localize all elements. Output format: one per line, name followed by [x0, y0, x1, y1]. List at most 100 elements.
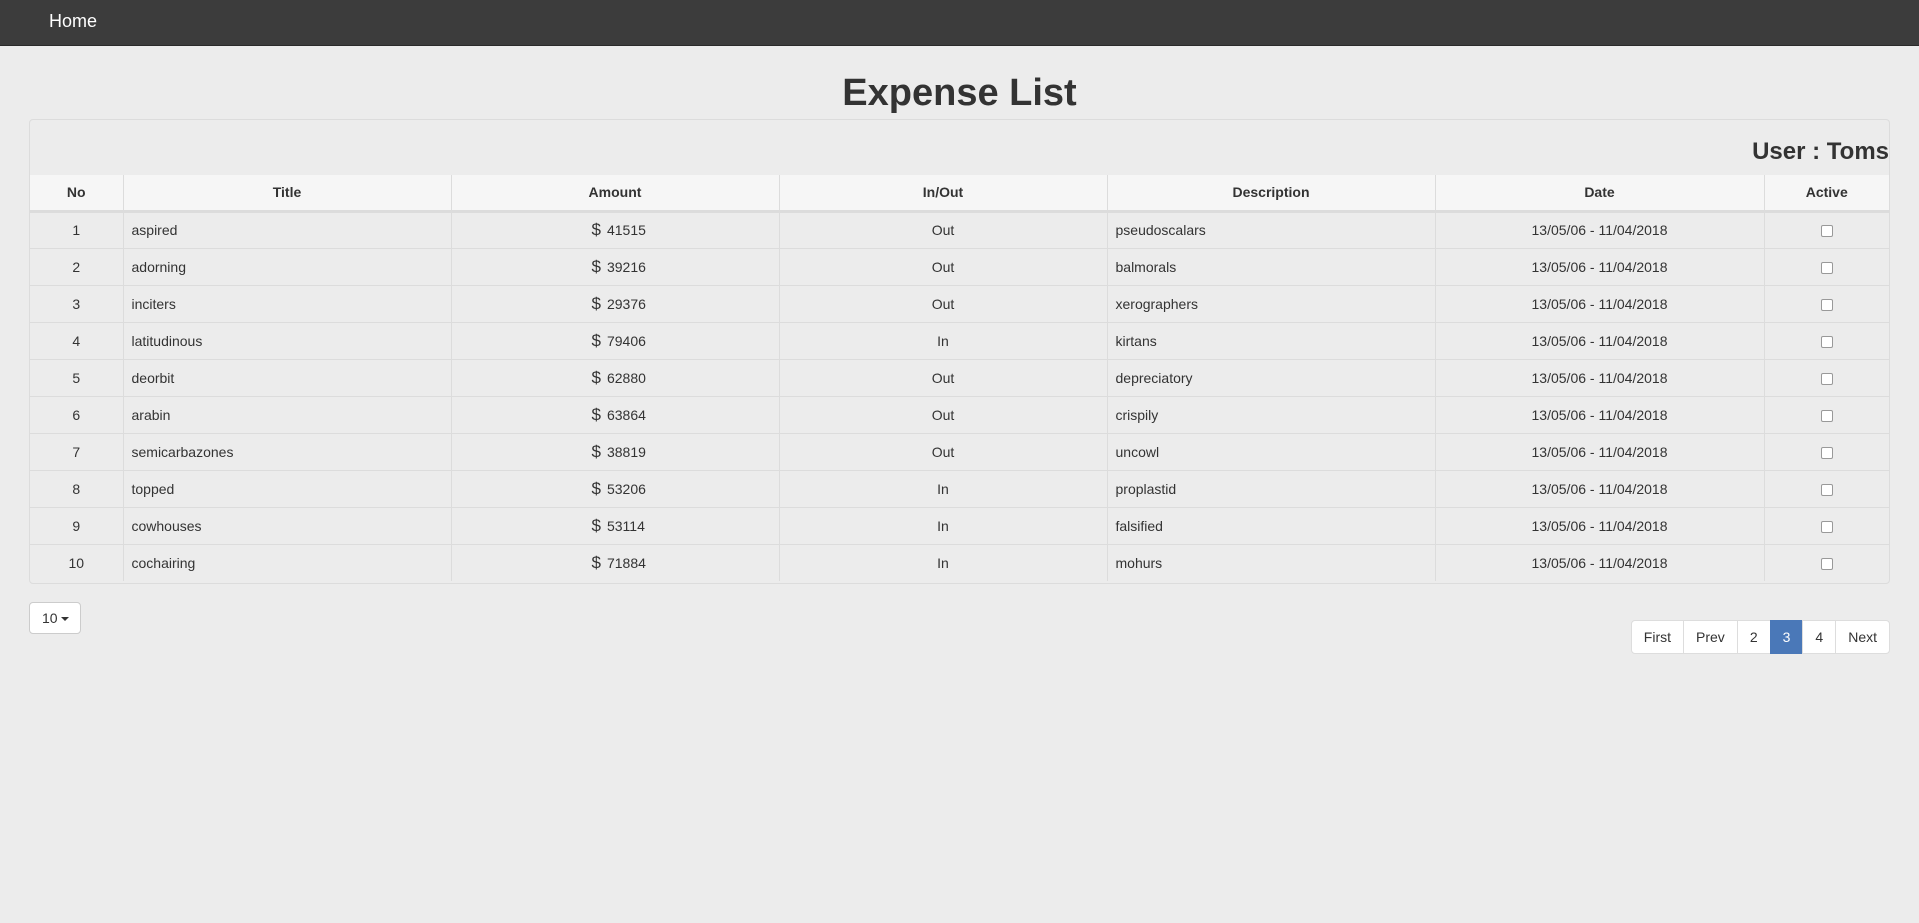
currency-symbol: $	[591, 441, 601, 461]
nav-home-link[interactable]: Home	[49, 11, 97, 32]
cell-inout: Out	[779, 395, 1108, 433]
cell-title: adorning	[123, 247, 452, 285]
cell-no: 4	[30, 321, 124, 359]
active-checkbox[interactable]	[1820, 446, 1833, 459]
cell-date: 13/05/06 - 11/04/2018	[1435, 284, 1765, 322]
currency-symbol: $	[591, 330, 601, 350]
top-navbar: Home	[0, 0, 1919, 46]
cell-active	[1764, 506, 1889, 544]
column-header-amount[interactable]: Amount	[451, 175, 780, 213]
cell-active	[1764, 395, 1889, 433]
table-row: 8 topped $53206 In proplastid 13/05/06 - 11/0…	[30, 469, 1889, 507]
cell-title: deorbit	[123, 358, 452, 396]
table-row: 7 semicarbazones $38819 Out uncowl 13/05/06 -…	[30, 432, 1889, 470]
cell-inout: Out	[779, 284, 1108, 322]
pagination: First Prev 2 3 4 Next	[1630, 620, 1890, 654]
cell-date: 13/05/06 - 11/04/2018	[1435, 358, 1765, 396]
amount-value: 63864	[606, 406, 646, 423]
pagination-next[interactable]: Next	[1835, 620, 1890, 654]
column-header-no[interactable]: No	[30, 175, 124, 213]
active-checkbox[interactable]	[1820, 558, 1833, 571]
active-checkbox[interactable]	[1820, 483, 1833, 496]
cell-active	[1764, 284, 1889, 322]
currency-symbol: $	[591, 478, 601, 498]
cell-no: 8	[30, 469, 124, 507]
table-row: 9 cowhouses $53114 In falsified 13/05/06 - 11…	[30, 506, 1889, 544]
cell-title: aspired	[123, 210, 452, 248]
cell-description: balmorals	[1107, 247, 1436, 285]
active-checkbox[interactable]	[1820, 261, 1833, 274]
active-checkbox[interactable]	[1820, 298, 1833, 311]
table-row: 6 arabin $63864 Out crispily 13/05/06 - 11/04…	[30, 395, 1889, 433]
currency-symbol: $	[591, 256, 601, 276]
cell-title: cowhouses	[123, 506, 452, 544]
cell-title: latitudinous	[123, 321, 452, 359]
column-header-description[interactable]: Description	[1107, 175, 1436, 213]
cell-date: 13/05/06 - 11/04/2018	[1435, 210, 1765, 248]
column-header-date[interactable]: Date	[1435, 175, 1765, 213]
cell-description: mohurs	[1107, 543, 1436, 581]
amount-value: 79406	[606, 332, 646, 349]
column-header-inout[interactable]: In/Out	[779, 175, 1108, 213]
table-row: 5 deorbit $62880 Out depreciatory 13/05/06 - …	[30, 358, 1889, 396]
cell-date: 13/05/06 - 11/04/2018	[1435, 321, 1765, 359]
cell-date: 13/05/06 - 11/04/2018	[1435, 395, 1765, 433]
table-row: 3 inciters $29376 Out xerographers 13/05/06 -…	[30, 284, 1889, 322]
user-label: User : Toms	[1752, 138, 1889, 165]
cell-no: 2	[30, 247, 124, 285]
pagination-4[interactable]: 4	[1802, 620, 1837, 654]
amount-value: 39216	[606, 258, 646, 275]
pagination-first[interactable]: First	[1630, 620, 1685, 654]
cell-amount: $38819	[451, 432, 780, 470]
cell-title: semicarbazones	[123, 432, 452, 470]
cell-title: inciters	[123, 284, 452, 322]
cell-no: 6	[30, 395, 124, 433]
cell-description: uncowl	[1107, 432, 1436, 470]
active-checkbox[interactable]	[1820, 409, 1833, 422]
cell-active	[1764, 210, 1889, 248]
cell-no: 1	[30, 210, 124, 248]
cell-title: topped	[123, 469, 452, 507]
column-header-title[interactable]: Title	[123, 175, 452, 213]
active-checkbox[interactable]	[1820, 372, 1833, 385]
cell-date: 13/05/06 - 11/04/2018	[1435, 543, 1765, 581]
cell-inout: In	[779, 543, 1108, 581]
amount-value: 62880	[606, 369, 646, 386]
table-row: 2 adorning $39216 Out balmorals 13/05/06 - 11…	[30, 247, 1889, 285]
cell-inout: Out	[779, 247, 1108, 285]
active-checkbox[interactable]	[1820, 520, 1833, 533]
cell-amount: $41515	[451, 210, 780, 248]
pagination-prev[interactable]: Prev	[1683, 620, 1738, 654]
cell-amount: $29376	[451, 284, 780, 322]
cell-amount: $71884	[451, 543, 780, 581]
pagination-2[interactable]: 2	[1736, 620, 1771, 654]
page-size-dropdown[interactable]: 10	[29, 602, 81, 634]
cell-inout: In	[779, 506, 1108, 544]
cell-description: kirtans	[1107, 321, 1436, 359]
cell-active	[1764, 321, 1889, 359]
amount-value: 53206	[606, 480, 646, 497]
cell-inout: In	[779, 469, 1108, 507]
currency-symbol: $	[591, 220, 601, 239]
cell-active	[1764, 469, 1889, 507]
cell-description: crispily	[1107, 395, 1436, 433]
amount-value: 38819	[606, 443, 646, 460]
active-checkbox[interactable]	[1820, 335, 1833, 348]
pagination-3-active[interactable]: 3	[1769, 620, 1804, 654]
cell-no: 9	[30, 506, 124, 544]
cell-amount: $39216	[451, 247, 780, 285]
cell-amount: $63864	[451, 395, 780, 433]
active-checkbox[interactable]	[1820, 225, 1833, 238]
cell-amount: $53114	[451, 506, 780, 544]
cell-active	[1764, 432, 1889, 470]
page-title: Expense List	[842, 72, 1077, 114]
cell-date: 13/05/06 - 11/04/2018	[1435, 469, 1765, 507]
column-header-active[interactable]: Active	[1764, 175, 1889, 213]
cell-no: 3	[30, 284, 124, 322]
cell-description: pseudoscalars	[1107, 210, 1436, 248]
page-size-value: 10	[42, 610, 58, 626]
table-row: 1 aspired $41515 Out pseudoscalars 13/05/06 -…	[30, 210, 1889, 248]
caret-down-icon	[60, 617, 69, 622]
cell-description: proplastid	[1107, 469, 1436, 507]
cell-no: 5	[30, 358, 124, 396]
